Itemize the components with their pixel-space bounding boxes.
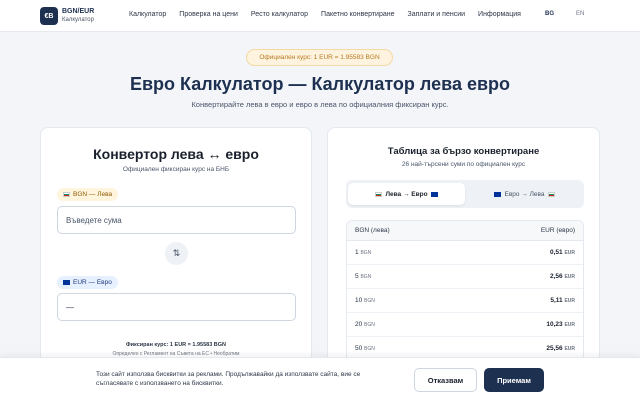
nav-change-calculator[interactable]: Ресто калкулатор <box>251 11 308 18</box>
eur-amount: 25,56 <box>546 345 563 352</box>
amount-input[interactable]: Въведете сума <box>57 206 296 234</box>
bgn-tag-label: BGN — Лева <box>73 191 113 198</box>
eur-amount: 2,56 <box>549 273 563 280</box>
col-bgn-header: BGN (лева) <box>355 227 390 234</box>
converter-card: Конвертор лева ↔ евро Официален фиксиран… <box>40 127 312 367</box>
swap-button[interactable]: ⇅ <box>165 242 188 265</box>
table-row: 10 BGN 5,11 EUR <box>347 289 583 313</box>
bgn-unit: BGN <box>364 346 375 352</box>
conversion-table: BGN (лева) EUR (евро) 1 BGN 0,51 EUR 5 B… <box>346 220 584 362</box>
direction-toggle: Лева → Евро Евро → Лева <box>346 180 584 208</box>
eur-amount: 0,51 <box>549 249 563 256</box>
nav-links: Калкулатор Проверка на цени Ресто калкул… <box>129 11 521 18</box>
toggle-eur-to-bgn[interactable]: Евро → Лева <box>466 183 583 205</box>
quick-table-subtitle: 26 най-търсени суми по официален курс <box>401 161 526 168</box>
eur-currency-tag: EUR — Евро <box>57 276 118 289</box>
bgn-unit: BGN <box>360 274 372 280</box>
eur-amount: 10,23 <box>546 321 563 328</box>
swap-icon: ⇅ <box>172 248 181 258</box>
table-row: 1 BGN 0,51 EUR <box>347 241 583 265</box>
toggle-bgn-to-eur[interactable]: Лева → Евро <box>348 183 465 205</box>
quick-table-card: Таблица за бързо конвертиране 26 най-тър… <box>327 127 600 367</box>
result-field[interactable]: — <box>57 293 296 321</box>
toggle-bgn-to-eur-label: Лева → Евро <box>385 190 428 198</box>
logo-title: BGN/EUR <box>62 8 95 15</box>
bulgaria-flag-icon <box>375 191 383 197</box>
site-logo[interactable]: €B BGN/EUR Калкулатор <box>40 7 94 25</box>
nav-batch-convert[interactable]: Пакетно конвертиране <box>321 11 394 18</box>
bgn-unit: BGN <box>360 250 372 256</box>
table-row: 20 BGN 10,23 EUR <box>347 313 583 337</box>
fixed-rate-text: Фиксиран курс: 1 EUR = 1.95583 BGN <box>125 342 227 348</box>
bulgaria-flag-icon <box>63 192 70 197</box>
eur-unit: EUR <box>564 322 575 328</box>
bulgaria-flag-icon <box>547 191 555 197</box>
converter-subtitle: Официален фиксиран курс на БНБ <box>122 166 230 173</box>
table-row: 5 BGN 2,56 EUR <box>347 265 583 289</box>
nav-price-check[interactable]: Проверка на цени <box>179 11 238 18</box>
official-rate-badge: Официален курс: 1 EUR = 1.95583 BGN <box>246 49 393 66</box>
lang-en[interactable]: EN <box>576 11 584 17</box>
top-nav: €B BGN/EUR Калкулатор Калкулатор Проверк… <box>0 0 640 32</box>
accept-cookies-button[interactable]: Приемам <box>484 368 544 392</box>
page-title: Евро Калкулатор — Калкулатор лева евро <box>129 74 511 94</box>
eur-unit: EUR <box>564 346 575 352</box>
bgn-amount: 1 <box>355 249 359 256</box>
euro-bgn-icon: €B <box>40 7 58 25</box>
eu-flag-icon <box>494 191 502 197</box>
bgn-currency-tag: BGN — Лева <box>57 188 119 201</box>
eur-amount: 5,11 <box>550 297 563 304</box>
cookie-text: Този сайт използва бисквитки за реклами.… <box>96 371 361 387</box>
col-eur-header: EUR (евро) <box>540 227 575 234</box>
converter-title: Конвертор лева ↔ евро <box>93 146 259 162</box>
eur-tag-label: EUR — Евро <box>73 279 112 286</box>
toggle-eur-to-bgn-label: Евро → Лева <box>504 190 545 198</box>
cookie-banner: Този сайт използва бисквитки за реклами.… <box>0 357 640 400</box>
table-header: BGN (лева) EUR (евро) <box>347 221 583 241</box>
eur-unit: EUR <box>564 250 575 256</box>
eu-flag-icon <box>430 191 438 197</box>
bgn-amount: 50 <box>355 345 363 352</box>
eur-unit: EUR <box>564 298 575 304</box>
nav-calculator[interactable]: Калкулатор <box>129 11 166 18</box>
bgn-amount: 5 <box>355 273 359 280</box>
nav-information[interactable]: Информация <box>478 11 521 18</box>
eur-unit: EUR <box>564 274 575 280</box>
bgn-amount: 20 <box>355 321 363 328</box>
lang-bg[interactable]: BG <box>545 11 554 17</box>
bgn-amount: 10 <box>355 297 363 304</box>
bgn-unit: BGN <box>364 298 375 304</box>
quick-table-title: Таблица за бързо конвертиране <box>387 146 540 157</box>
eu-flag-icon <box>63 280 70 285</box>
logo-subtitle: Калкулатор <box>62 17 94 23</box>
decline-cookies-button[interactable]: Отказвам <box>414 368 477 392</box>
page-subtitle: Конвертирайте лева в евро и евро в лева … <box>191 100 449 109</box>
nav-salaries[interactable]: Заплати и пенсии <box>408 11 466 18</box>
bgn-unit: BGN <box>364 322 375 328</box>
